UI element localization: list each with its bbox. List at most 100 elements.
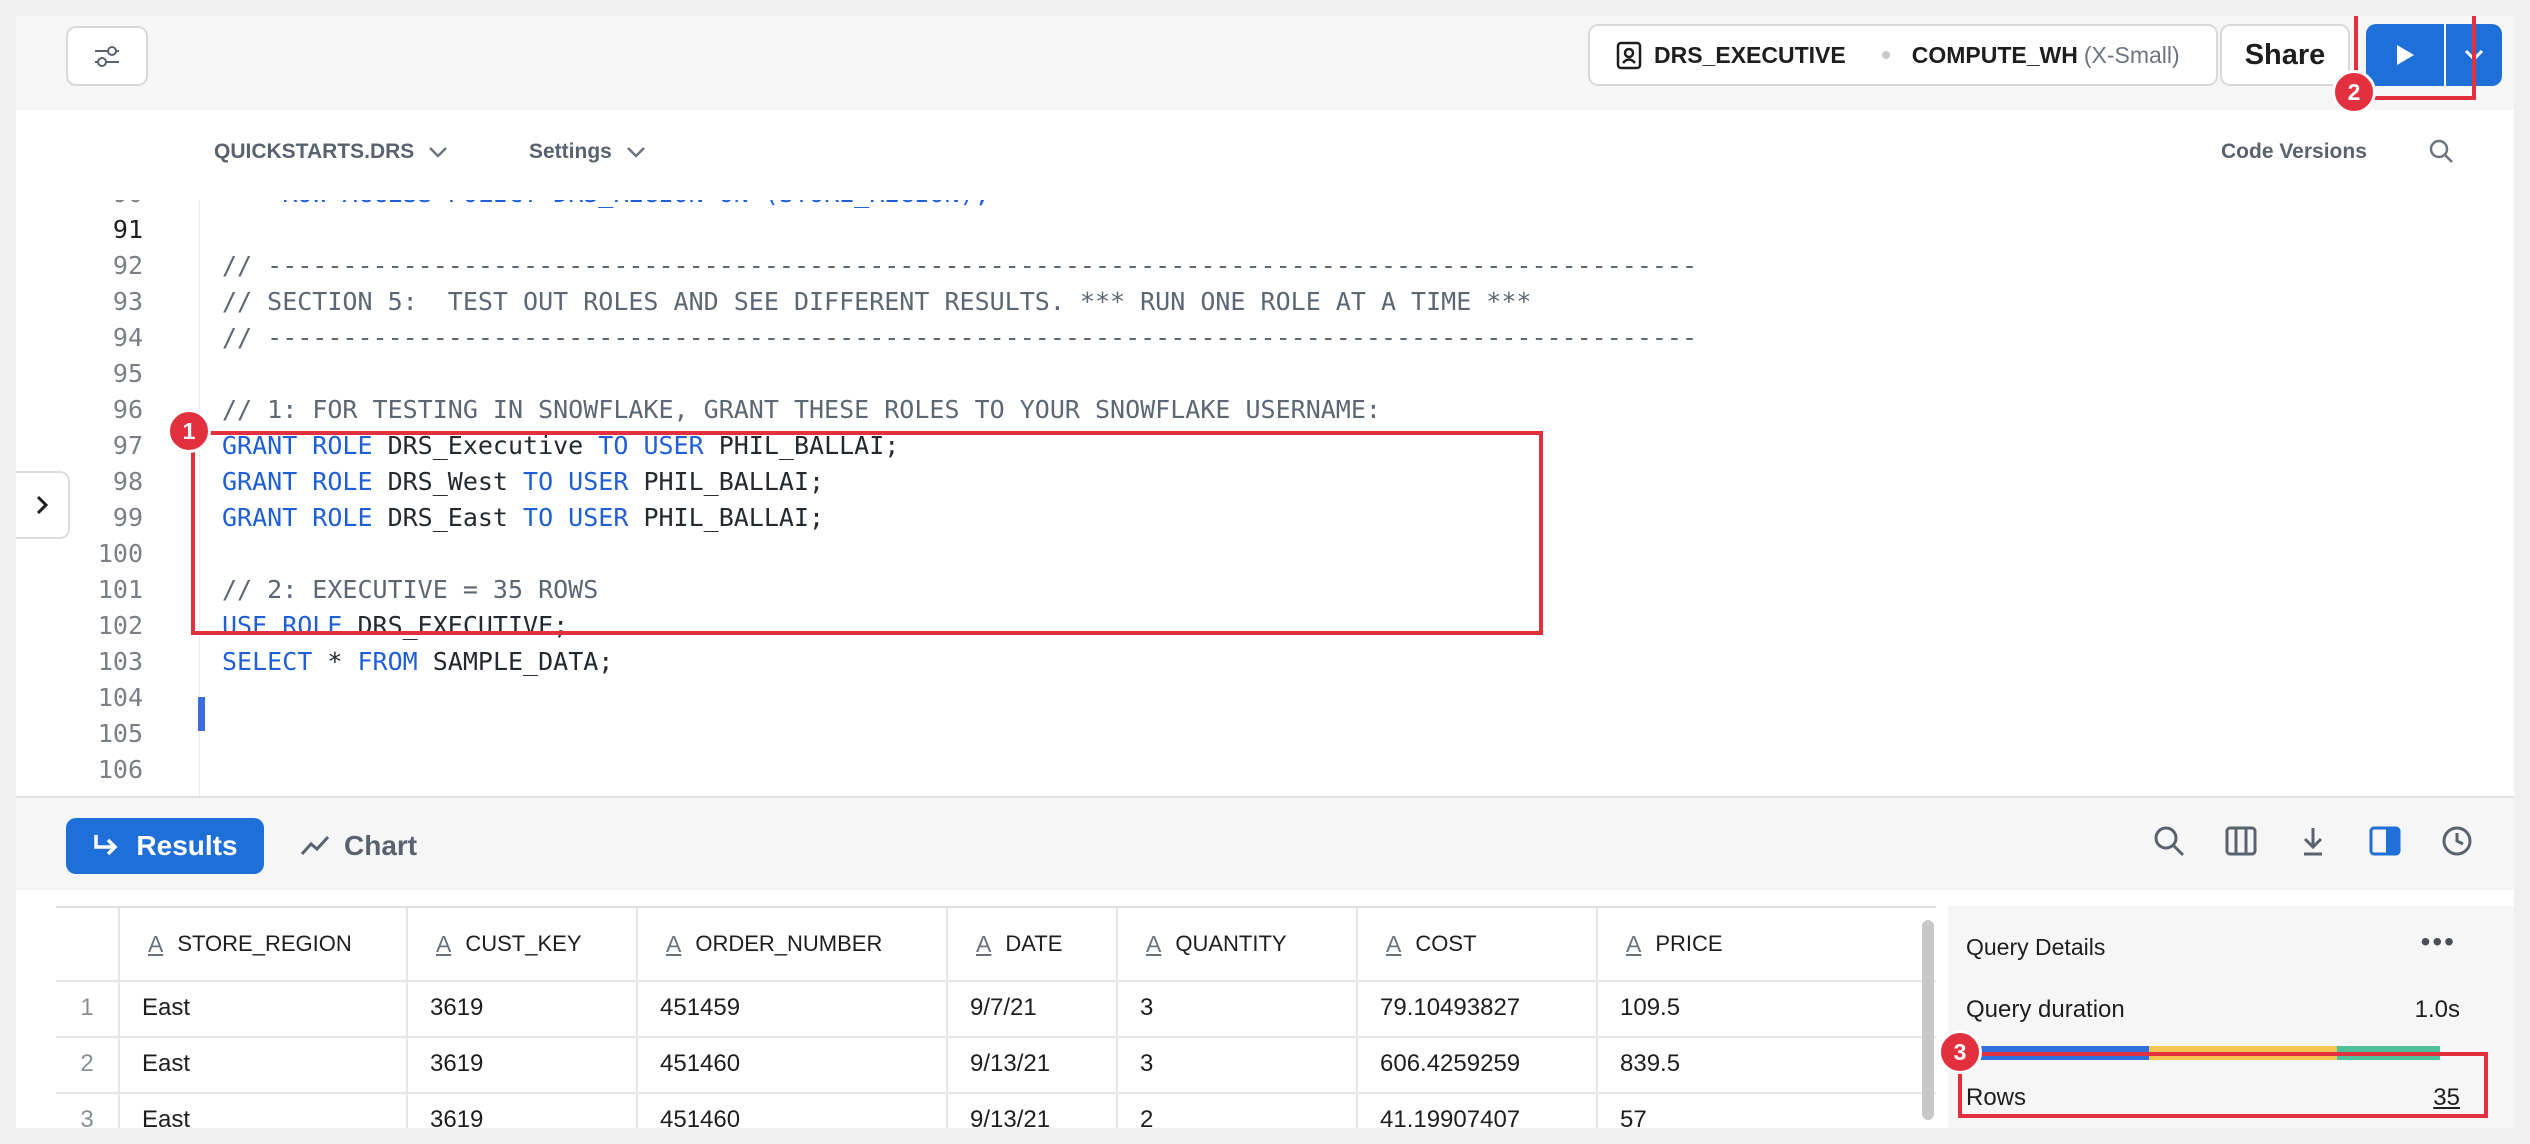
results-scrollbar[interactable]: [1922, 920, 1934, 1120]
table-cell[interactable]: 3619: [430, 980, 632, 1036]
history-icon[interactable]: [2440, 824, 2474, 858]
query-duration-value: 1.0s: [2414, 996, 2460, 1023]
code-text: // SECTION 5: TEST OUT ROLES AND SEE DIF…: [222, 284, 1531, 320]
code-line: 103 SELECT * FROM SAMPLE_DATA;: [16, 644, 2316, 680]
arrow-return-icon: [94, 835, 118, 856]
download-icon[interactable]: [2296, 824, 2330, 858]
table-cell[interactable]: 41.19907407: [1380, 1092, 1592, 1128]
annotation-badge-3: 3: [1938, 1030, 1982, 1074]
code-line: 92 // -----------------------------------…: [16, 248, 2316, 284]
annotation-badge-2: 2: [2332, 70, 2376, 114]
table-cell[interactable]: East: [142, 1092, 402, 1128]
table-cell[interactable]: East: [142, 980, 402, 1036]
top-bar: DRS_EXECUTIVE COMPUTE_WH (X-Small) Share: [16, 16, 2514, 111]
table-cell[interactable]: 606.4259259: [1380, 1036, 1592, 1092]
sql-comment: // -------------------------------------…: [222, 323, 1698, 352]
warehouse-size: (X-Small): [2083, 41, 2180, 68]
table-cell[interactable]: 839.5: [1620, 1036, 1932, 1092]
results-tab[interactable]: Results: [66, 818, 264, 874]
line-number: 92: [112, 251, 143, 280]
table-cell[interactable]: 9/13/21: [970, 1092, 1112, 1128]
user-badge-icon: [1616, 41, 1642, 70]
editor-search-button[interactable]: [2428, 138, 2454, 164]
role-warehouse-selector[interactable]: DRS_EXECUTIVE COMPUTE_WH (X-Small): [1588, 24, 2218, 86]
filter-settings-button[interactable]: [66, 26, 148, 86]
role-name: DRS_EXECUTIVE: [1654, 41, 1846, 68]
table-cell[interactable]: 3619: [430, 1036, 632, 1092]
table-cell[interactable]: 451460: [660, 1092, 942, 1128]
text-type-icon: A: [1146, 930, 1162, 957]
table-cell[interactable]: 79.10493827: [1380, 980, 1592, 1036]
annotation-badge-1: 1: [167, 409, 211, 453]
table-cell[interactable]: 2: [1140, 1092, 1352, 1128]
code-editor[interactable]: 90 ROW ACCESS POLICY DRS_REGION ON (STOR…: [16, 200, 2514, 796]
line-number: 106: [97, 755, 143, 784]
table-cell[interactable]: 3619: [430, 1092, 632, 1128]
settings-menu[interactable]: Settings: [529, 140, 646, 164]
text-type-icon: A: [148, 930, 164, 957]
database-selector[interactable]: QUICKSTARTS.DRS: [214, 140, 448, 164]
table-cell[interactable]: 451460: [660, 1036, 942, 1092]
line-number: 91: [112, 215, 143, 244]
column-header-label: CUST_KEY: [465, 931, 582, 956]
code-versions-button[interactable]: Code Versions: [2221, 140, 2367, 164]
split-view-icon[interactable]: [2368, 824, 2402, 858]
row-number: 3: [80, 1106, 94, 1128]
code-text: SELECT * FROM SAMPLE_DATA;: [222, 644, 613, 680]
query-duration-label: Query duration: [1966, 996, 2125, 1023]
code-line: 96 // 1: FOR TESTING IN SNOWFLAKE, GRANT …: [16, 392, 2316, 428]
column-header[interactable]: A STORE_REGION: [148, 908, 400, 980]
table-cell[interactable]: 57: [1620, 1092, 1932, 1128]
table-cell[interactable]: 3: [1140, 1036, 1352, 1092]
line-number: 103: [97, 647, 143, 676]
column-header[interactable]: A CUST_KEY: [436, 908, 630, 980]
table-cell[interactable]: 109.5: [1620, 980, 1932, 1036]
table-cell[interactable]: 9/7/21: [970, 980, 1112, 1036]
code-line: 91: [16, 212, 2316, 248]
table-cell[interactable]: 9/13/21: [970, 1036, 1112, 1092]
column-header[interactable]: A COST: [1386, 908, 1590, 980]
line-number: 101: [97, 575, 143, 604]
column-header[interactable]: A PRICE: [1626, 908, 1930, 980]
chevron-right-icon: [36, 495, 49, 515]
column-header[interactable]: A ORDER_NUMBER: [666, 908, 940, 980]
row-number: 1: [80, 994, 94, 1021]
code-line: 95: [16, 356, 2316, 392]
code-text: // -------------------------------------…: [222, 248, 1697, 284]
code-text: // 1: FOR TESTING IN SNOWFLAKE, GRANT TH…: [222, 392, 1381, 428]
column-header[interactable]: A QUANTITY: [1146, 908, 1350, 980]
current-line-marker: [198, 697, 205, 731]
sql-keyword: SELECT: [222, 647, 313, 676]
column-header[interactable]: A DATE: [976, 908, 1110, 980]
table-cell[interactable]: East: [142, 1036, 402, 1092]
code-line: 93 // SECTION 5: TEST OUT ROLES AND SEE D…: [16, 284, 2316, 320]
code-text: // -------------------------------------…: [222, 320, 1697, 356]
search-icon[interactable]: [2152, 824, 2186, 858]
sql-comment: // 1: FOR TESTING IN SNOWFLAKE, GRANT TH…: [222, 395, 1381, 424]
sliders-icon: [95, 46, 119, 67]
database-label: QUICKSTARTS.DRS: [214, 140, 415, 163]
text-type-icon: A: [436, 930, 452, 957]
sql-keyword: ROW ACCESS POLICY DRS_REGION ON (STORE_R…: [222, 200, 989, 208]
table-cell[interactable]: 3: [1140, 980, 1352, 1036]
separator-dot: [1881, 51, 1890, 59]
code-line: 94 // -----------------------------------…: [16, 320, 2316, 356]
column-divider: [1356, 908, 1358, 1128]
line-number: 96: [112, 395, 143, 424]
chart-label: Chart: [344, 830, 418, 861]
expand-sidebar-button[interactable]: [16, 471, 70, 539]
more-options-icon[interactable]: •••: [2421, 926, 2456, 958]
column-header-label: QUANTITY: [1175, 931, 1287, 956]
column-header-label: PRICE: [1655, 931, 1723, 956]
column-divider: [1116, 908, 1118, 1128]
column-divider: [946, 908, 948, 1128]
sql-token: SAMPLE_DATA;: [417, 647, 614, 676]
results-table[interactable]: A STORE_REGION A CUST_KEY A ORDER_NUMBER A DATE…: [56, 906, 2181, 1128]
table-cell[interactable]: 451459: [660, 980, 942, 1036]
share-button[interactable]: Share: [2220, 24, 2350, 86]
code-versions-label: Code Versions: [2221, 140, 2367, 163]
sql-token: *: [312, 647, 358, 676]
columns-icon[interactable]: [2224, 824, 2258, 858]
chart-tab[interactable]: Chart: [300, 818, 417, 874]
chevron-down-icon: [626, 147, 645, 158]
